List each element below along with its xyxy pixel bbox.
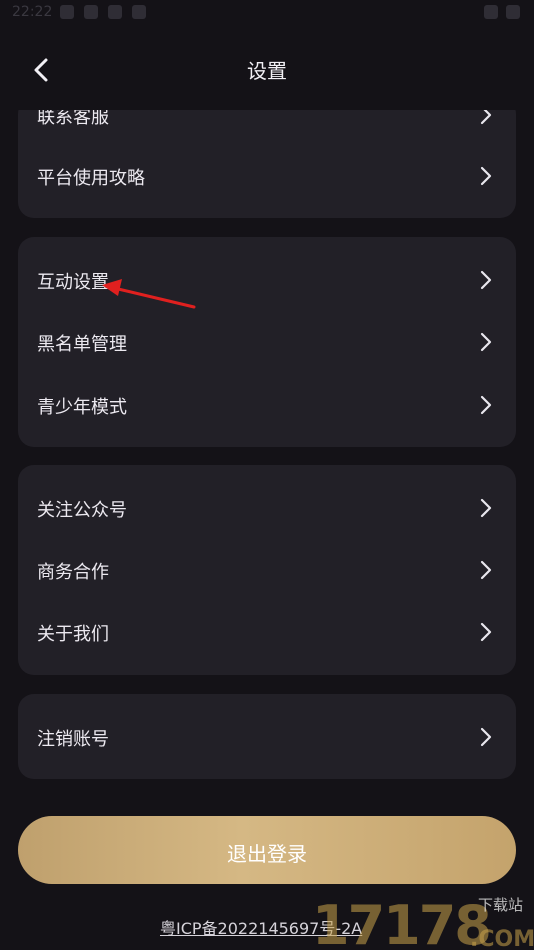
- settings-group-support: 联系客服 平台使用攻略: [18, 98, 516, 218]
- chevron-right-icon: [480, 395, 492, 415]
- settings-group-account: 注销账号: [18, 694, 516, 779]
- settings-group-about: 关注公众号 商务合作 关于我们: [18, 465, 516, 675]
- page-title: 设置: [247, 59, 287, 83]
- status-bar: 22:22: [0, 0, 534, 28]
- settings-item-label: 青少年模式: [37, 397, 127, 418]
- notification-icon: [84, 5, 98, 19]
- chevron-right-icon: [480, 332, 492, 352]
- settings-item-about-us[interactable]: 关于我们: [18, 601, 516, 663]
- chevron-right-icon: [480, 498, 492, 518]
- logout-button[interactable]: 退出登录: [18, 816, 516, 884]
- chevron-right-icon: [480, 270, 492, 290]
- watermark-number: 17178: [312, 894, 490, 950]
- settings-item-label: 商务合作: [37, 562, 109, 583]
- settings-item-follow-official-account[interactable]: 关注公众号: [18, 477, 516, 539]
- watermark-logo: 17178 下载站 .COM: [312, 894, 534, 950]
- settings-item-label: 注销账号: [37, 729, 109, 750]
- settings-item-delete-account[interactable]: 注销账号: [18, 706, 516, 768]
- chevron-right-icon: [480, 166, 492, 186]
- settings-item-blacklist[interactable]: 黑名单管理: [18, 311, 516, 373]
- settings-item-label: 关于我们: [37, 624, 109, 645]
- chevron-right-icon: [480, 727, 492, 747]
- status-time: 22:22: [12, 4, 53, 20]
- settings-item-label: 黑名单管理: [37, 334, 127, 355]
- wifi-icon: [484, 5, 498, 19]
- settings-item-teen-mode[interactable]: 青少年模式: [18, 374, 516, 436]
- settings-group-interaction: 互动设置 黑名单管理 青少年模式: [18, 237, 516, 447]
- settings-item-label: 互动设置: [37, 272, 109, 293]
- chevron-right-icon: [480, 622, 492, 642]
- notification-icon: [60, 5, 74, 19]
- status-system-icons: [484, 5, 520, 19]
- notification-icon: [132, 5, 146, 19]
- notification-icon: [108, 5, 122, 19]
- logout-button-label: 退出登录: [227, 844, 307, 866]
- chevron-right-icon: [480, 560, 492, 580]
- settings-item-platform-guide[interactable]: 平台使用攻略: [18, 145, 516, 207]
- watermark-tag: 下载站: [478, 896, 523, 914]
- status-notification-icons: [60, 5, 146, 19]
- settings-item-business-cooperation[interactable]: 商务合作: [18, 539, 516, 601]
- battery-icon: [506, 5, 520, 19]
- settings-item-label: 平台使用攻略: [37, 168, 145, 189]
- watermark-domain: .COM: [470, 927, 534, 950]
- header-overlay: 设置: [0, 28, 534, 110]
- settings-item-interaction-settings[interactable]: 互动设置: [18, 249, 516, 311]
- settings-item-label: 关注公众号: [37, 500, 127, 521]
